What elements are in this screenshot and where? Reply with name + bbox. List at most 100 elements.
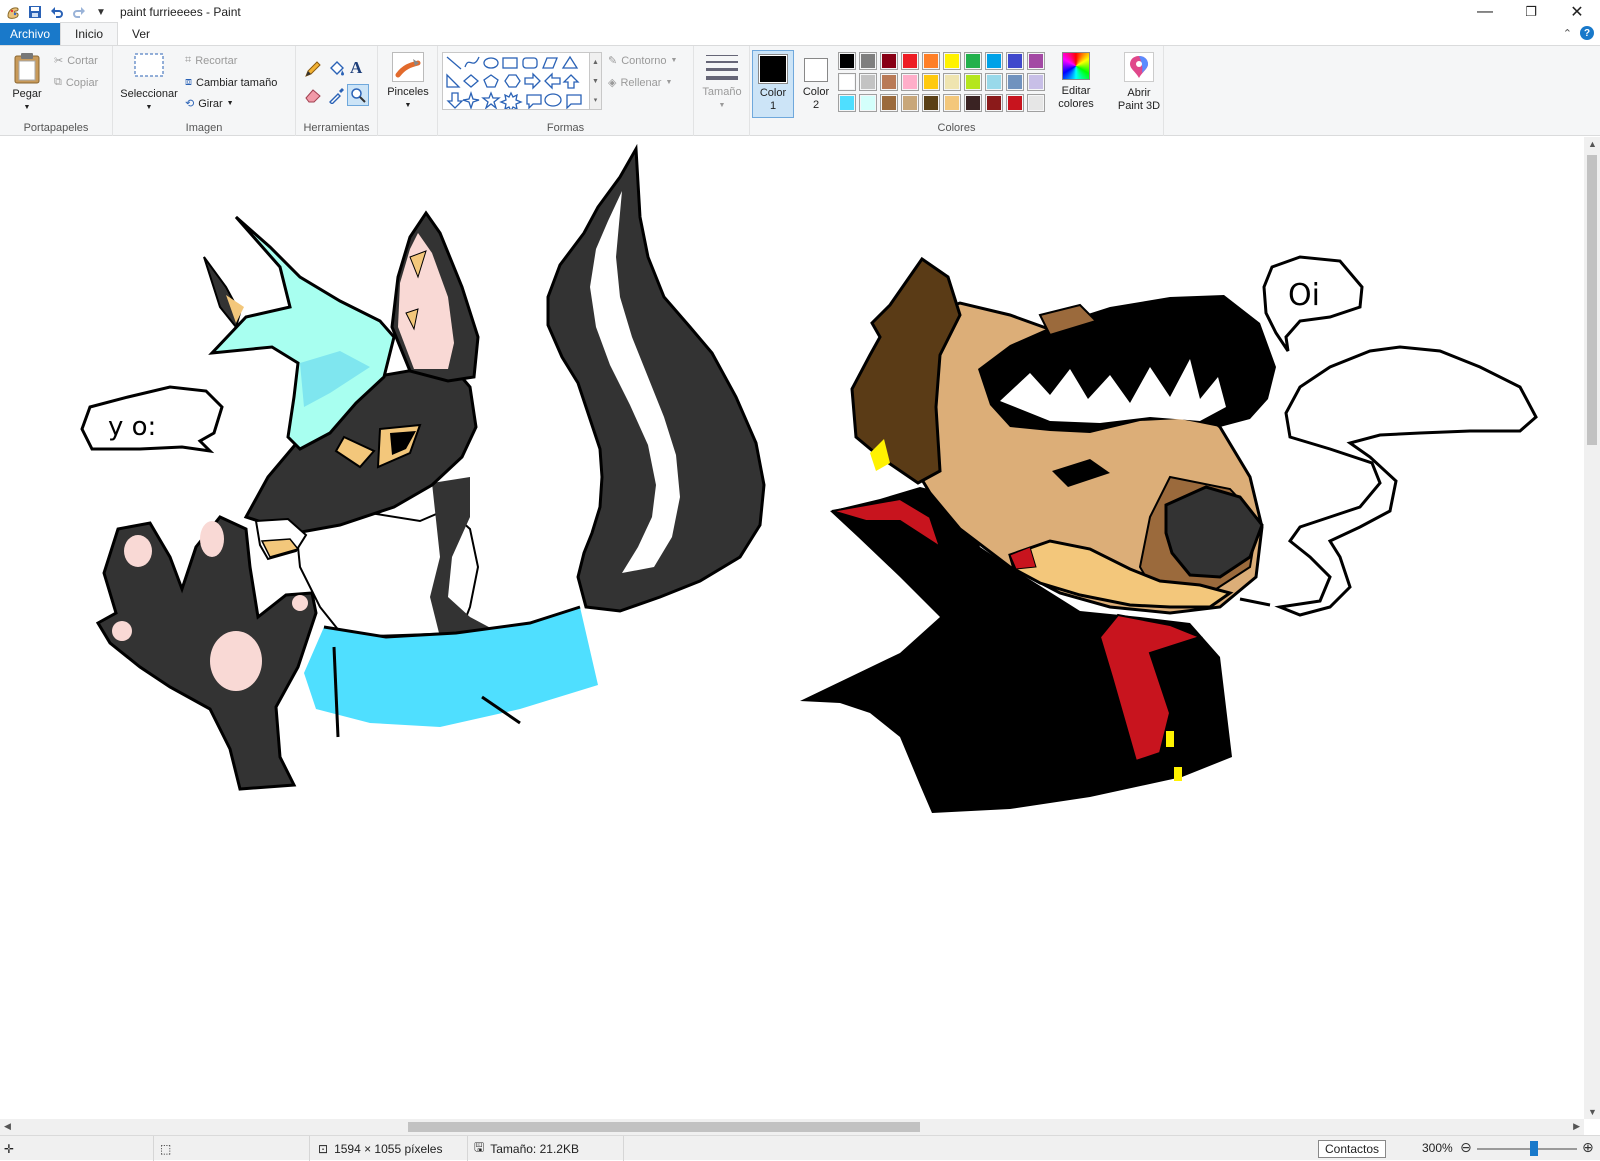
- save-icon[interactable]: [24, 1, 46, 23]
- fill-bucket-icon[interactable]: [328, 60, 346, 78]
- color2-button[interactable]: Color 2: [796, 50, 836, 118]
- chevron-down-icon: ▼: [404, 102, 412, 109]
- help-icon[interactable]: ?: [1580, 26, 1594, 40]
- chevron-down-icon: ▼: [670, 57, 678, 64]
- horizontal-scroll-thumb[interactable]: [408, 1122, 920, 1132]
- resize-button[interactable]: ⧈ Cambiar tamaño: [185, 76, 277, 89]
- cut-button[interactable]: ✂ Cortar: [54, 54, 98, 68]
- vertical-scroll-thumb[interactable]: [1587, 155, 1597, 445]
- zoom-out-icon[interactable]: ⊖: [1460, 1139, 1472, 1156]
- pencil-icon[interactable]: [304, 60, 322, 78]
- redo-icon[interactable]: [68, 1, 90, 23]
- palette-swatch[interactable]: [901, 73, 919, 91]
- scroll-right-arrow-icon[interactable]: ▶: [1573, 1121, 1580, 1132]
- collapse-ribbon-icon[interactable]: ⌃: [1563, 27, 1572, 40]
- palette-swatch[interactable]: [1027, 52, 1045, 70]
- size-button[interactable]: Tamaño ▼: [700, 52, 744, 112]
- palette-swatch[interactable]: [922, 94, 940, 112]
- brushes-group: Pinceles ▼: [378, 46, 438, 136]
- zoom-slider[interactable]: [1477, 1148, 1577, 1150]
- edit-colors-label: Editar colores: [1058, 85, 1094, 110]
- paste-button[interactable]: Pegar ▼: [6, 52, 48, 114]
- paint-app-icon[interactable]: [2, 1, 24, 23]
- palette-swatch[interactable]: [880, 52, 898, 70]
- restore-button[interactable]: ❐: [1508, 0, 1554, 24]
- tab-file[interactable]: Archivo: [0, 23, 61, 45]
- palette-swatch[interactable]: [838, 52, 856, 70]
- zoom-in-icon[interactable]: ⊕: [1582, 1139, 1594, 1156]
- palette-swatch[interactable]: [964, 52, 982, 70]
- minimize-button[interactable]: —: [1462, 0, 1508, 24]
- tab-view[interactable]: Ver: [118, 23, 164, 45]
- contacts-button[interactable]: Contactos: [1318, 1140, 1387, 1158]
- copy-button[interactable]: ⧉ Copiar: [54, 76, 98, 89]
- text-tool-icon[interactable]: A: [350, 58, 362, 78]
- palette-swatch[interactable]: [859, 73, 877, 91]
- speech-text-left: y o:: [108, 412, 156, 442]
- edit-colors-button[interactable]: Editar colores: [1052, 52, 1100, 111]
- color-picker-icon[interactable]: [328, 86, 346, 104]
- palette-swatch[interactable]: [964, 73, 982, 91]
- shapes-scroll[interactable]: ▲ ▼ ▾: [590, 52, 602, 110]
- open-paint3d-button[interactable]: Abrir Paint 3D: [1114, 52, 1164, 113]
- palette-swatch[interactable]: [943, 73, 961, 91]
- fill-button[interactable]: ◈ Rellenar ▼: [608, 76, 672, 90]
- palette-swatch[interactable]: [1006, 52, 1024, 70]
- outline-label: Contorno: [621, 54, 667, 67]
- palette-swatch[interactable]: [1027, 73, 1045, 91]
- outline-button[interactable]: ✎ Contorno ▼: [608, 54, 678, 68]
- select-button[interactable]: Seleccionar ▼: [119, 52, 179, 114]
- customize-dropdown-icon[interactable]: ▼: [90, 1, 112, 23]
- undo-icon[interactable]: [46, 1, 68, 23]
- horizontal-scrollbar[interactable]: ◀ ▶: [0, 1119, 1584, 1135]
- shapes-gallery[interactable]: [442, 52, 590, 113]
- palette-swatch[interactable]: [985, 94, 1003, 112]
- palette-swatch[interactable]: [943, 94, 961, 112]
- palette-swatch[interactable]: [880, 94, 898, 112]
- quick-access-toolbar: ▼: [0, 0, 112, 24]
- palette-swatch[interactable]: [901, 94, 919, 112]
- zoom-slider-thumb[interactable]: [1530, 1141, 1538, 1156]
- palette-swatch[interactable]: [943, 52, 961, 70]
- palette-swatch[interactable]: [985, 52, 1003, 70]
- shapes-gallery-icons: [446, 55, 582, 113]
- tab-home[interactable]: Inicio: [60, 22, 119, 45]
- cursor-position: ✛: [4, 1136, 154, 1161]
- color1-label: Color 1: [759, 87, 787, 112]
- palette-swatch[interactable]: [880, 73, 898, 91]
- palette-swatch[interactable]: [838, 94, 856, 112]
- close-button[interactable]: ✕: [1554, 0, 1600, 24]
- brushes-button[interactable]: Pinceles ▼: [384, 52, 432, 112]
- palette-swatch[interactable]: [1006, 73, 1024, 91]
- scroll-up-arrow-icon[interactable]: ▲: [1588, 139, 1597, 149]
- palette-swatch[interactable]: [901, 52, 919, 70]
- ribbon: Pegar ▼ ✂ Cortar ⧉ Copiar Portapapeles S…: [0, 46, 1600, 136]
- chevron-down-icon: ▼: [226, 100, 234, 107]
- color1-button[interactable]: Color 1: [752, 50, 794, 118]
- crop-button[interactable]: ⌗ Recortar: [185, 54, 237, 67]
- cut-label: Cortar: [67, 54, 98, 67]
- palette-swatch[interactable]: [985, 73, 1003, 91]
- palette-swatch[interactable]: [838, 73, 856, 91]
- rotate-button[interactable]: ⟲ Girar ▼: [185, 97, 234, 111]
- vertical-scrollbar[interactable]: ▲ ▼: [1584, 137, 1600, 1119]
- palette-swatch[interactable]: [922, 52, 940, 70]
- drawing-canvas[interactable]: y o: Oi: [0, 137, 1584, 1119]
- palette-swatch[interactable]: [859, 52, 877, 70]
- select-label: Seleccionar: [120, 88, 178, 100]
- status-bar: ✛ ⬚ ⊡ 1594 × 1055 píxeles 🖫 Tamaño: 21.2…: [0, 1135, 1600, 1161]
- palette-swatch[interactable]: [1027, 94, 1045, 112]
- magnifier-icon[interactable]: [347, 84, 369, 106]
- palette-swatch[interactable]: [922, 73, 940, 91]
- crop-label: Recortar: [195, 54, 238, 67]
- palette-swatch[interactable]: [1006, 94, 1024, 112]
- palette-swatch[interactable]: [964, 94, 982, 112]
- palette-swatch[interactable]: [859, 94, 877, 112]
- scroll-down-arrow-icon[interactable]: ▼: [1588, 1107, 1597, 1117]
- colors-group-label: Colores: [937, 122, 976, 134]
- canvas-workspace[interactable]: y o: Oi: [0, 137, 1584, 1119]
- eraser-icon[interactable]: [304, 86, 322, 104]
- scroll-left-arrow-icon[interactable]: ◀: [4, 1121, 11, 1132]
- fill-icon: ◈: [608, 77, 617, 89]
- copy-label: Copiar: [65, 76, 99, 89]
